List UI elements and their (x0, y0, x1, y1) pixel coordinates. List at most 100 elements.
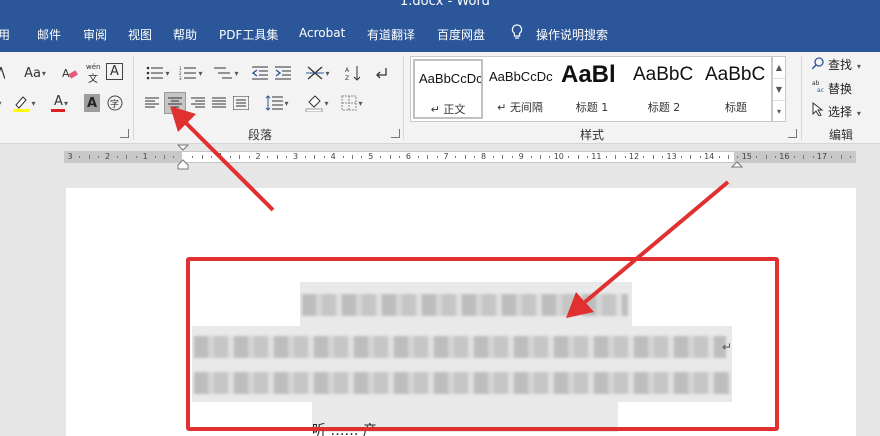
editing-group-label: 编辑 (829, 128, 854, 142)
lightbulb-icon (511, 24, 523, 40)
clear-formatting-icon[interactable]: A (62, 64, 78, 82)
ribbon: Aa▾ A wén文 A ▾ ▾ A▾ A 字 ▾ 123▾ ▾ ▾ AZ ▾ … (0, 52, 880, 144)
font-dialog-launcher-icon[interactable] (120, 129, 129, 138)
tab-youdao-translate[interactable]: 有道翻译 (367, 26, 415, 43)
multilevel-list-button[interactable]: ▾ (210, 64, 242, 82)
styles-dialog-launcher-icon[interactable] (788, 129, 797, 138)
ruler-tick (699, 156, 701, 158)
ruler-tick (164, 155, 165, 159)
borders-button[interactable]: ▾ (337, 94, 367, 112)
ruler-tick (88, 155, 90, 159)
grow-font-icon[interactable] (0, 64, 6, 82)
tab-baidu-netdisk[interactable]: 百度网盘 (437, 26, 485, 43)
select-button[interactable]: 选择 ▾ (812, 101, 861, 120)
tab-help[interactable]: 帮助 (173, 26, 197, 43)
paragraph-dialog-launcher-icon[interactable] (391, 129, 400, 138)
decrease-indent-icon[interactable] (251, 64, 269, 82)
style-heading-2[interactable]: AaBbC 标题 2 (629, 59, 699, 119)
style-no-spacing[interactable]: AaBbCcDc ↵ 无间隔 (485, 59, 555, 119)
right-indent-marker-icon[interactable] (731, 156, 743, 168)
ruler-tick (765, 155, 767, 159)
ruler-number: 9 (518, 152, 524, 161)
ruler-tick (229, 156, 231, 158)
separator (133, 56, 134, 140)
cursor-arrow-icon (812, 101, 826, 119)
dropdown-arrow-icon[interactable]: ▾ (0, 94, 4, 112)
tab-review[interactable]: 审阅 (83, 26, 107, 43)
sort-icon[interactable]: AZ (344, 64, 364, 82)
align-center-button[interactable] (164, 92, 186, 114)
gallery-more-icon[interactable]: ▾ (773, 101, 785, 123)
ruler-tick (135, 156, 137, 158)
gallery-scroll-down-icon[interactable]: ▼ (773, 79, 785, 101)
style-normal[interactable]: AaBbCcDc ↵ 正文 (413, 59, 483, 119)
search-icon (811, 57, 826, 72)
align-right-icon[interactable] (190, 94, 206, 112)
find-button[interactable]: 查找 ▾ (811, 56, 861, 73)
ruler-tick (502, 155, 504, 159)
tab-pdf-tools[interactable]: PDF工具集 (219, 26, 278, 43)
bullets-button[interactable]: ▾ (143, 64, 173, 82)
svg-text:ac: ac (817, 87, 824, 93)
ruler-tick (126, 155, 128, 159)
change-case-button[interactable]: Aa ▾ (20, 64, 50, 82)
styles-gallery: AaBbCcDc ↵ 正文 AaBbCcDc ↵ 无间隔 AaBl 标题 1 A… (410, 56, 772, 122)
ruler-tick (305, 156, 306, 158)
character-border-button[interactable]: A (106, 63, 123, 80)
ruler-tick (211, 156, 212, 158)
ruler-tick (756, 156, 758, 158)
ruler-tick (276, 155, 278, 159)
ruler-number: 1 (217, 152, 223, 161)
ruler-right-margin (734, 152, 856, 162)
styles-group-label: 样式 (580, 128, 605, 142)
svg-text:Z: Z (345, 75, 349, 81)
shading-button[interactable]: ▾ (302, 94, 332, 112)
ruler-tick (192, 156, 194, 158)
ruler-number: 3 (293, 152, 299, 161)
justify-icon[interactable] (211, 94, 227, 112)
style-title[interactable]: AaBbC 标题 (701, 59, 771, 119)
svg-text:3: 3 (179, 76, 182, 80)
ruler-number: 1 (142, 152, 148, 161)
font-color-swatch (51, 109, 65, 112)
ruler-tick (615, 155, 617, 159)
ruler-tick (389, 155, 391, 159)
style-heading-1[interactable]: AaBl 标题 1 (557, 59, 627, 119)
ruler-number: 10 (553, 152, 564, 161)
ruler-number: 7 (443, 152, 449, 161)
ruler-tick (568, 156, 570, 158)
ruler-number: 4 (330, 152, 336, 161)
svg-text:A: A (345, 67, 350, 74)
align-left-icon[interactable] (144, 94, 160, 112)
distributed-align-icon[interactable] (232, 94, 250, 112)
indent-marker-icon[interactable] (177, 144, 189, 170)
enclose-characters-button[interactable]: 字 (106, 94, 124, 112)
ruler-tick (493, 156, 494, 158)
ruler-tick (540, 155, 541, 159)
tab-mailings[interactable]: 邮件 (37, 26, 61, 43)
ruler-tick (652, 155, 654, 159)
ruler-tick (286, 156, 288, 158)
tab-view[interactable]: 视图 (128, 26, 152, 43)
tell-me-search[interactable]: 操作说明搜索 (536, 26, 608, 43)
font-color-button[interactable]: A ▾ (48, 94, 74, 112)
show-formatting-marks-icon[interactable] (372, 64, 390, 82)
line-spacing-button[interactable]: ▾ (262, 94, 292, 112)
character-shading-button[interactable]: A (84, 94, 100, 112)
ruler-number: 11 (591, 152, 602, 161)
ruler-tick (812, 156, 814, 158)
window-title: 1.docx - Word (400, 0, 490, 9)
ruler-tick (681, 156, 682, 158)
ruler-tick (728, 155, 729, 159)
tab-acrobat[interactable]: Acrobat (299, 26, 345, 40)
tab-references[interactable]: 用 (0, 26, 10, 43)
increase-indent-icon[interactable] (274, 64, 292, 82)
phonetic-guide-button[interactable]: wén 文 (84, 63, 102, 85)
chinese-layout-button[interactable]: ▾ (303, 64, 333, 82)
highlight-color-button[interactable]: ▾ (12, 94, 36, 112)
replace-button[interactable]: ab ac 替换 (812, 79, 852, 97)
numbering-button[interactable]: 1 2 3 ▾ (176, 64, 206, 82)
paragraph-group-label: 段落 (248, 128, 273, 142)
gallery-scroll-up-icon[interactable]: ▲ (773, 57, 785, 79)
ruler-number: 2 (105, 152, 111, 161)
